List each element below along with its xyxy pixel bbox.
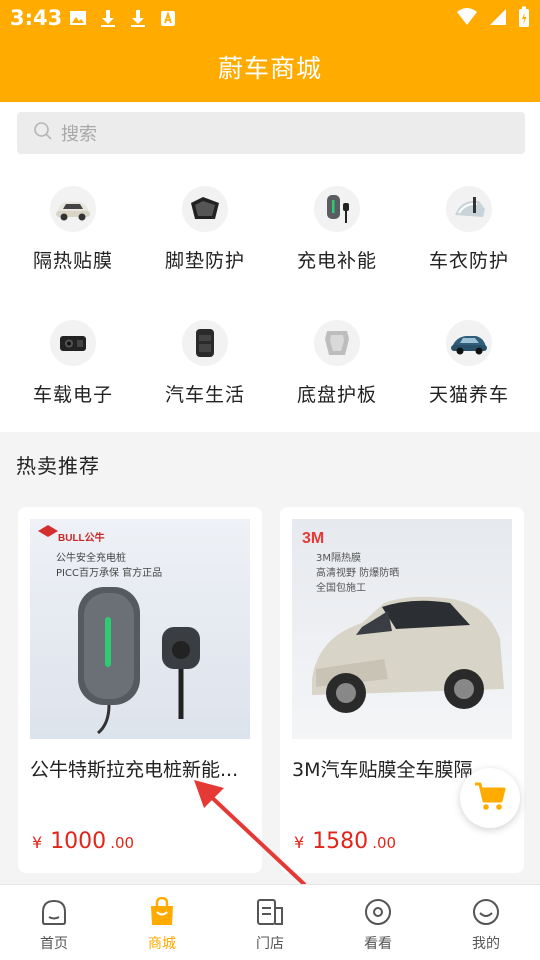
watch-icon: [363, 897, 393, 927]
price-decimal: .00: [372, 834, 397, 852]
dashcam-icon: [50, 320, 96, 366]
price-currency: ¥: [294, 833, 305, 852]
search-icon: [33, 121, 53, 145]
profile-icon: [471, 897, 501, 927]
price-currency: ¥: [32, 833, 43, 852]
charger-icon: [314, 186, 360, 232]
system-icons: [456, 6, 530, 32]
tab-label: 我的: [472, 936, 500, 952]
category-item-skid-plate[interactable]: 底盘护板: [271, 320, 403, 407]
car-cover-icon: [446, 186, 492, 232]
product-price: ¥1580.00: [294, 829, 396, 854]
product-card[interactable]: BULL公牛 公牛安全充电桩 PICC百万承保 官方正品 公牛特斯拉充电桩新能.…: [18, 507, 262, 873]
product-name[interactable]: 公牛特斯拉充电桩新能...: [30, 755, 254, 782]
category-label: 隔热贴膜: [32, 250, 113, 272]
price-integer: 1580: [312, 829, 369, 854]
price-integer: 1000: [50, 829, 107, 854]
bottom-tab-bar: 首页 商城 门店 看看 我的: [0, 884, 540, 960]
image-caption: 3M隔热膜: [316, 551, 361, 564]
car-film-icon: [50, 186, 96, 232]
product-image[interactable]: BULL公牛 公牛安全充电桩 PICC百万承保 官方正品: [30, 519, 250, 739]
category-label: 车载电子: [32, 384, 113, 406]
brand-logo-text: 3M: [302, 530, 324, 547]
image-caption: PICC百万承保 官方正品: [56, 566, 162, 579]
seat-organizer-icon: [182, 320, 228, 366]
category-item-car-cover[interactable]: 车衣防护: [403, 186, 535, 273]
image-caption: 公牛安全充电桩: [56, 551, 126, 564]
battery-icon: [518, 6, 530, 32]
tab-home[interactable]: 首页: [0, 885, 108, 960]
search-input[interactable]: 搜索: [17, 112, 525, 154]
category-label: 车衣防护: [428, 250, 509, 272]
category-item-charger[interactable]: 充电补能: [271, 186, 403, 273]
tab-profile[interactable]: 我的: [432, 885, 540, 960]
app-notification-icon: [158, 8, 178, 28]
download-notification-icon: [98, 8, 118, 28]
category-label: 底盘护板: [296, 384, 377, 406]
category-label: 天猫养车: [428, 384, 509, 406]
page-title: 蔚车商城: [217, 54, 322, 83]
price-decimal: .00: [110, 834, 135, 852]
status-time: 3:43: [10, 6, 63, 30]
category-label: 充电补能: [296, 250, 377, 272]
image-caption: 高清视野 防爆防晒: [316, 566, 399, 579]
search-placeholder: 搜索: [61, 124, 97, 145]
notification-icons: [68, 8, 178, 28]
status-bar: 3:43: [0, 0, 540, 36]
wifi-icon: [456, 7, 478, 31]
search-section: 搜索: [0, 102, 540, 164]
tab-label: 看看: [364, 936, 392, 952]
product-price: ¥1000.00: [32, 829, 134, 854]
floor-mat-icon: [182, 186, 228, 232]
product-image[interactable]: 3M 3M隔热膜 高清视野 防爆防晒 全国包施工: [292, 519, 512, 739]
home-icon: [39, 897, 69, 927]
signal-icon: [488, 7, 508, 31]
tab-label: 首页: [40, 936, 68, 952]
category-item-tmall-car-service[interactable]: 天猫养车: [403, 320, 535, 407]
tab-label: 商城: [148, 936, 176, 952]
cart-button[interactable]: [460, 768, 520, 828]
category-item-car-film[interactable]: 隔热贴膜: [7, 186, 139, 273]
category-item-car-electronics[interactable]: 车载电子: [7, 320, 139, 407]
section-title-hot: 热卖推荐: [16, 454, 100, 478]
category-item-car-life[interactable]: 汽车生活: [139, 320, 271, 407]
store-icon: [255, 897, 285, 927]
app-header: 蔚车商城: [0, 36, 540, 102]
shopping-bag-icon: [147, 897, 177, 927]
car-service-icon: [446, 320, 492, 366]
category-item-floor-mat[interactable]: 脚垫防护: [139, 186, 271, 273]
category-label: 脚垫防护: [164, 250, 245, 272]
image-caption: 全国包施工: [316, 581, 366, 594]
category-grid: 隔热贴膜 脚垫防护 充电补能 车衣防护 车载电子 汽车生活 底盘护板 天猫养车: [0, 164, 540, 432]
skid-plate-icon: [314, 320, 360, 366]
cart-icon: [473, 781, 507, 815]
brand-logo-text: BULL公牛: [58, 531, 105, 544]
tab-store[interactable]: 门店: [216, 885, 324, 960]
image-notification-icon: [68, 8, 88, 28]
tab-mall[interactable]: 商城: [108, 885, 216, 960]
tab-label: 门店: [256, 936, 284, 952]
tab-watch[interactable]: 看看: [324, 885, 432, 960]
download-notification-icon: [128, 8, 148, 28]
category-label: 汽车生活: [164, 384, 245, 406]
